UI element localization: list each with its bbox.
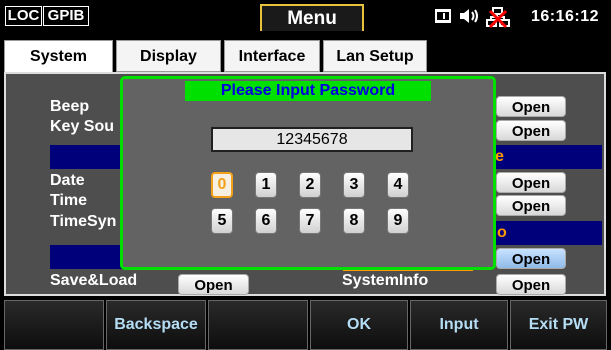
softkey-3[interactable] bbox=[208, 300, 308, 350]
system-info-label: SystemInfo bbox=[342, 272, 429, 289]
exit-pw-softkey[interactable]: Exit PW bbox=[510, 300, 607, 350]
loc-badge: LOC bbox=[5, 6, 42, 26]
highlight-bar-right-2 bbox=[496, 221, 602, 245]
system-info-open-button[interactable]: Open bbox=[496, 274, 566, 295]
date-label: Date bbox=[50, 172, 85, 189]
key-sound-open-button[interactable]: Open bbox=[496, 120, 566, 141]
tab-interface[interactable]: Interface bbox=[224, 40, 320, 72]
backspace-softkey[interactable]: Backspace bbox=[106, 300, 206, 350]
key-9[interactable]: 9 bbox=[387, 208, 409, 234]
time-open-button[interactable]: Open bbox=[496, 195, 566, 216]
tab-lan-setup[interactable]: Lan Setup bbox=[323, 40, 427, 72]
time-label: Time bbox=[50, 192, 88, 209]
menu-tabs: System Display Interface Lan Setup bbox=[0, 40, 611, 76]
password-input[interactable]: 12345678 bbox=[211, 127, 413, 152]
tab-system[interactable]: System bbox=[4, 40, 113, 76]
ok-softkey[interactable]: OK bbox=[310, 300, 408, 350]
key-1[interactable]: 1 bbox=[255, 172, 277, 198]
key-2[interactable]: 2 bbox=[299, 172, 321, 198]
dialog-title: Please Input Password bbox=[185, 81, 431, 101]
status-bar: LOC GPIB Menu 16:16:12 bbox=[0, 0, 611, 33]
softkey-bar: Backspace OK Input Exit PW bbox=[0, 300, 611, 350]
save-load-open-button[interactable]: Open bbox=[178, 274, 249, 295]
network-disconnected-icon bbox=[486, 7, 510, 34]
key-3[interactable]: 3 bbox=[343, 172, 365, 198]
key-sound-label: Key Sou bbox=[50, 118, 115, 135]
clock-time: 16:16:12 bbox=[531, 8, 600, 25]
input-softkey[interactable]: Input bbox=[410, 300, 508, 350]
highlight-bar-right bbox=[496, 145, 602, 169]
tab-display[interactable]: Display bbox=[116, 40, 221, 72]
beep-open-button[interactable]: Open bbox=[496, 96, 566, 117]
menu-title: Menu bbox=[260, 4, 364, 31]
key-4[interactable]: 4 bbox=[387, 172, 409, 198]
terminal-icon bbox=[434, 7, 452, 30]
selected-open-button[interactable]: Open bbox=[496, 248, 566, 269]
save-load-label: Save&Load bbox=[50, 272, 138, 289]
highlight-bar-left bbox=[50, 145, 130, 169]
password-dialog: Please Input Password 12345678 0 1 2 3 4… bbox=[120, 76, 496, 270]
time-sync-label: TimeSyn bbox=[50, 213, 117, 230]
key-7[interactable]: 7 bbox=[299, 208, 321, 234]
softkey-1[interactable] bbox=[4, 300, 104, 350]
key-5[interactable]: 5 bbox=[211, 208, 233, 234]
gpib-badge: GPIB bbox=[43, 6, 89, 26]
date-open-button[interactable]: Open bbox=[496, 172, 566, 193]
right-fragment-o: o bbox=[497, 224, 507, 241]
key-0[interactable]: 0 bbox=[211, 172, 233, 198]
beep-label: Beep bbox=[50, 98, 90, 115]
key-6[interactable]: 6 bbox=[255, 208, 277, 234]
speaker-icon bbox=[458, 7, 482, 30]
key-8[interactable]: 8 bbox=[343, 208, 365, 234]
right-fragment-e: e bbox=[495, 148, 504, 165]
